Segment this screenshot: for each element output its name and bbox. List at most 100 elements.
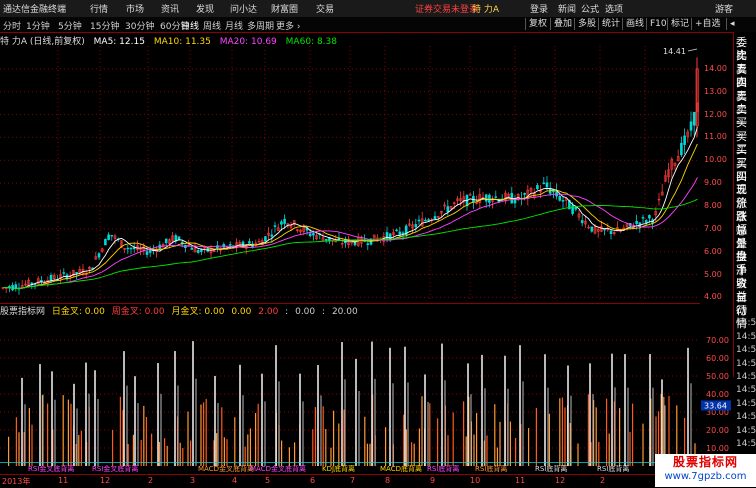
indicator-chart[interactable]: 70.0060.0050.0040.0030.0020.0010.0033.64… (0, 316, 733, 474)
candle-body (635, 220, 638, 224)
candle-body (692, 111, 696, 126)
candle-body (689, 121, 693, 131)
menu-news[interactable]: 资讯 (161, 2, 179, 15)
date-label: 11 (515, 476, 526, 485)
side-panel-label: 14:56 (736, 412, 756, 423)
stats-button[interactable]: 统计 (598, 18, 623, 30)
menu-news-right[interactable]: 新闻 (558, 2, 576, 15)
multi-stock-button[interactable]: 多股 (574, 18, 599, 30)
kline-chart[interactable] (0, 46, 700, 302)
menu-quotes[interactable]: 行情 (90, 2, 108, 15)
candle-body (484, 194, 488, 202)
candle-body (190, 247, 194, 250)
price-tick: 7.00 (704, 223, 722, 233)
candle-body (609, 230, 613, 234)
candle-body (104, 239, 107, 246)
indicator-value-text: 33.64 (704, 401, 727, 410)
candle-body (558, 195, 562, 201)
candle-body (264, 236, 267, 242)
price-tick: 8.00 (704, 201, 722, 210)
candle-body (542, 182, 546, 184)
candle-body (644, 220, 648, 224)
menu-market[interactable]: 市场 (126, 2, 144, 15)
ma-info-line: 特 力A (日线,前复权) MA5: 12.15 MA10: 11.35 MA2… (0, 34, 700, 47)
indicator-tick: 20.00 (706, 426, 729, 435)
menu-ask[interactable]: 问小达 (230, 2, 257, 15)
menu-login[interactable]: 登录 (530, 2, 548, 15)
date-label: 8 (385, 476, 391, 485)
candle-body (129, 247, 133, 250)
signal-label: RSI底背离 (475, 464, 507, 473)
period-1min[interactable]: 1分钟 (26, 19, 50, 32)
date-label: 2 (600, 476, 606, 485)
overlay-button[interactable]: 叠加 (550, 18, 575, 30)
period-30min[interactable]: 30分钟 (125, 19, 154, 32)
price-tick: 9.00 (704, 178, 722, 188)
menu-discover[interactable]: 发现 (196, 2, 214, 15)
candle-body (488, 194, 491, 203)
peak-price-label: 14.41 (663, 47, 686, 56)
site-watermark: 股票指标网 www.7gpzb.com (655, 454, 756, 487)
candle-body (641, 217, 645, 219)
candle-body (494, 196, 498, 198)
price-tick: 5.00 (704, 269, 722, 279)
menu-trade[interactable]: 交易 (316, 2, 334, 15)
price-axis: 14.00 13.00 12.00 11.00 10.00 9.00 8.00 7.00 6.0… (700, 46, 733, 302)
guest-label[interactable]: 游客 (715, 2, 733, 15)
candle-body (177, 236, 181, 240)
indicator-tick: 50.00 (706, 372, 729, 381)
draw-button[interactable]: 画线 (622, 18, 647, 30)
candle-body (248, 241, 251, 244)
date-label: 5 (265, 476, 271, 485)
indicator-info-line: 股票指标网 日金叉: 0.00 周金叉: 0.00 月金叉: 0.00 0.00… (0, 303, 700, 317)
candle-body (11, 284, 14, 291)
candle-body (414, 224, 418, 228)
period-monthly[interactable]: 月线 (225, 19, 243, 32)
candle-body (523, 193, 526, 195)
period-tick[interactable]: 分时 (3, 19, 21, 32)
candle-body (145, 251, 149, 255)
candle-body (273, 225, 277, 227)
menu-options[interactable]: 选项 (605, 2, 623, 15)
candle-body (353, 242, 357, 246)
side-panel-label: 14:56 (736, 358, 756, 369)
date-label: 11 (58, 476, 69, 485)
signal-label: RSI金叉底背离 (92, 464, 138, 473)
period-weekly[interactable]: 周线 (203, 19, 221, 32)
indicator-tick: 40.00 (706, 390, 729, 399)
watermark-url: www.7gpzb.com (664, 471, 747, 482)
menu-wealth[interactable]: 财富圈 (271, 2, 298, 15)
candle-body (324, 238, 328, 241)
candle-body (228, 244, 232, 246)
date-label: 3 (190, 476, 196, 485)
side-panel-label: 14:56 (736, 345, 756, 356)
period-15min[interactable]: 15分钟 (90, 19, 119, 32)
add-watchlist-button[interactable]: +自选 (691, 18, 724, 30)
period-daily[interactable]: 日线 (181, 19, 199, 32)
login-warning[interactable]: 证券交易未登录 (415, 2, 478, 15)
date-label: 2013年 (2, 477, 31, 486)
indicator-tick: 60.00 (706, 354, 729, 363)
price-tick: 6.00 (704, 246, 722, 256)
period-5min[interactable]: 5分钟 (58, 19, 82, 32)
period-multi[interactable]: 多周期 (247, 19, 274, 32)
collapse-button[interactable]: ◂ (726, 18, 738, 30)
adjust-button[interactable]: 复权 (525, 18, 550, 30)
period-more[interactable]: 更多 › (276, 19, 300, 32)
candle-body (280, 221, 283, 225)
side-panel-label: 14:56 (736, 318, 756, 329)
side-panel-label: 14:56 (736, 425, 756, 436)
candle-body (574, 206, 578, 210)
app-title: 通达信金融终端 (3, 5, 67, 15)
candle-body (424, 219, 427, 222)
date-label: 4 (232, 476, 238, 485)
indicator-tick: 70.00 (706, 336, 729, 345)
mark-button[interactable]: 标记 (667, 18, 692, 30)
candle-body (680, 142, 683, 156)
date-label: 12 (555, 476, 566, 485)
date-label: 10 (470, 476, 481, 485)
candle-body (312, 233, 315, 236)
menu-formula[interactable]: 公式 (581, 2, 599, 15)
price-tick: 10.00 (704, 155, 727, 165)
candle-body (270, 234, 274, 237)
